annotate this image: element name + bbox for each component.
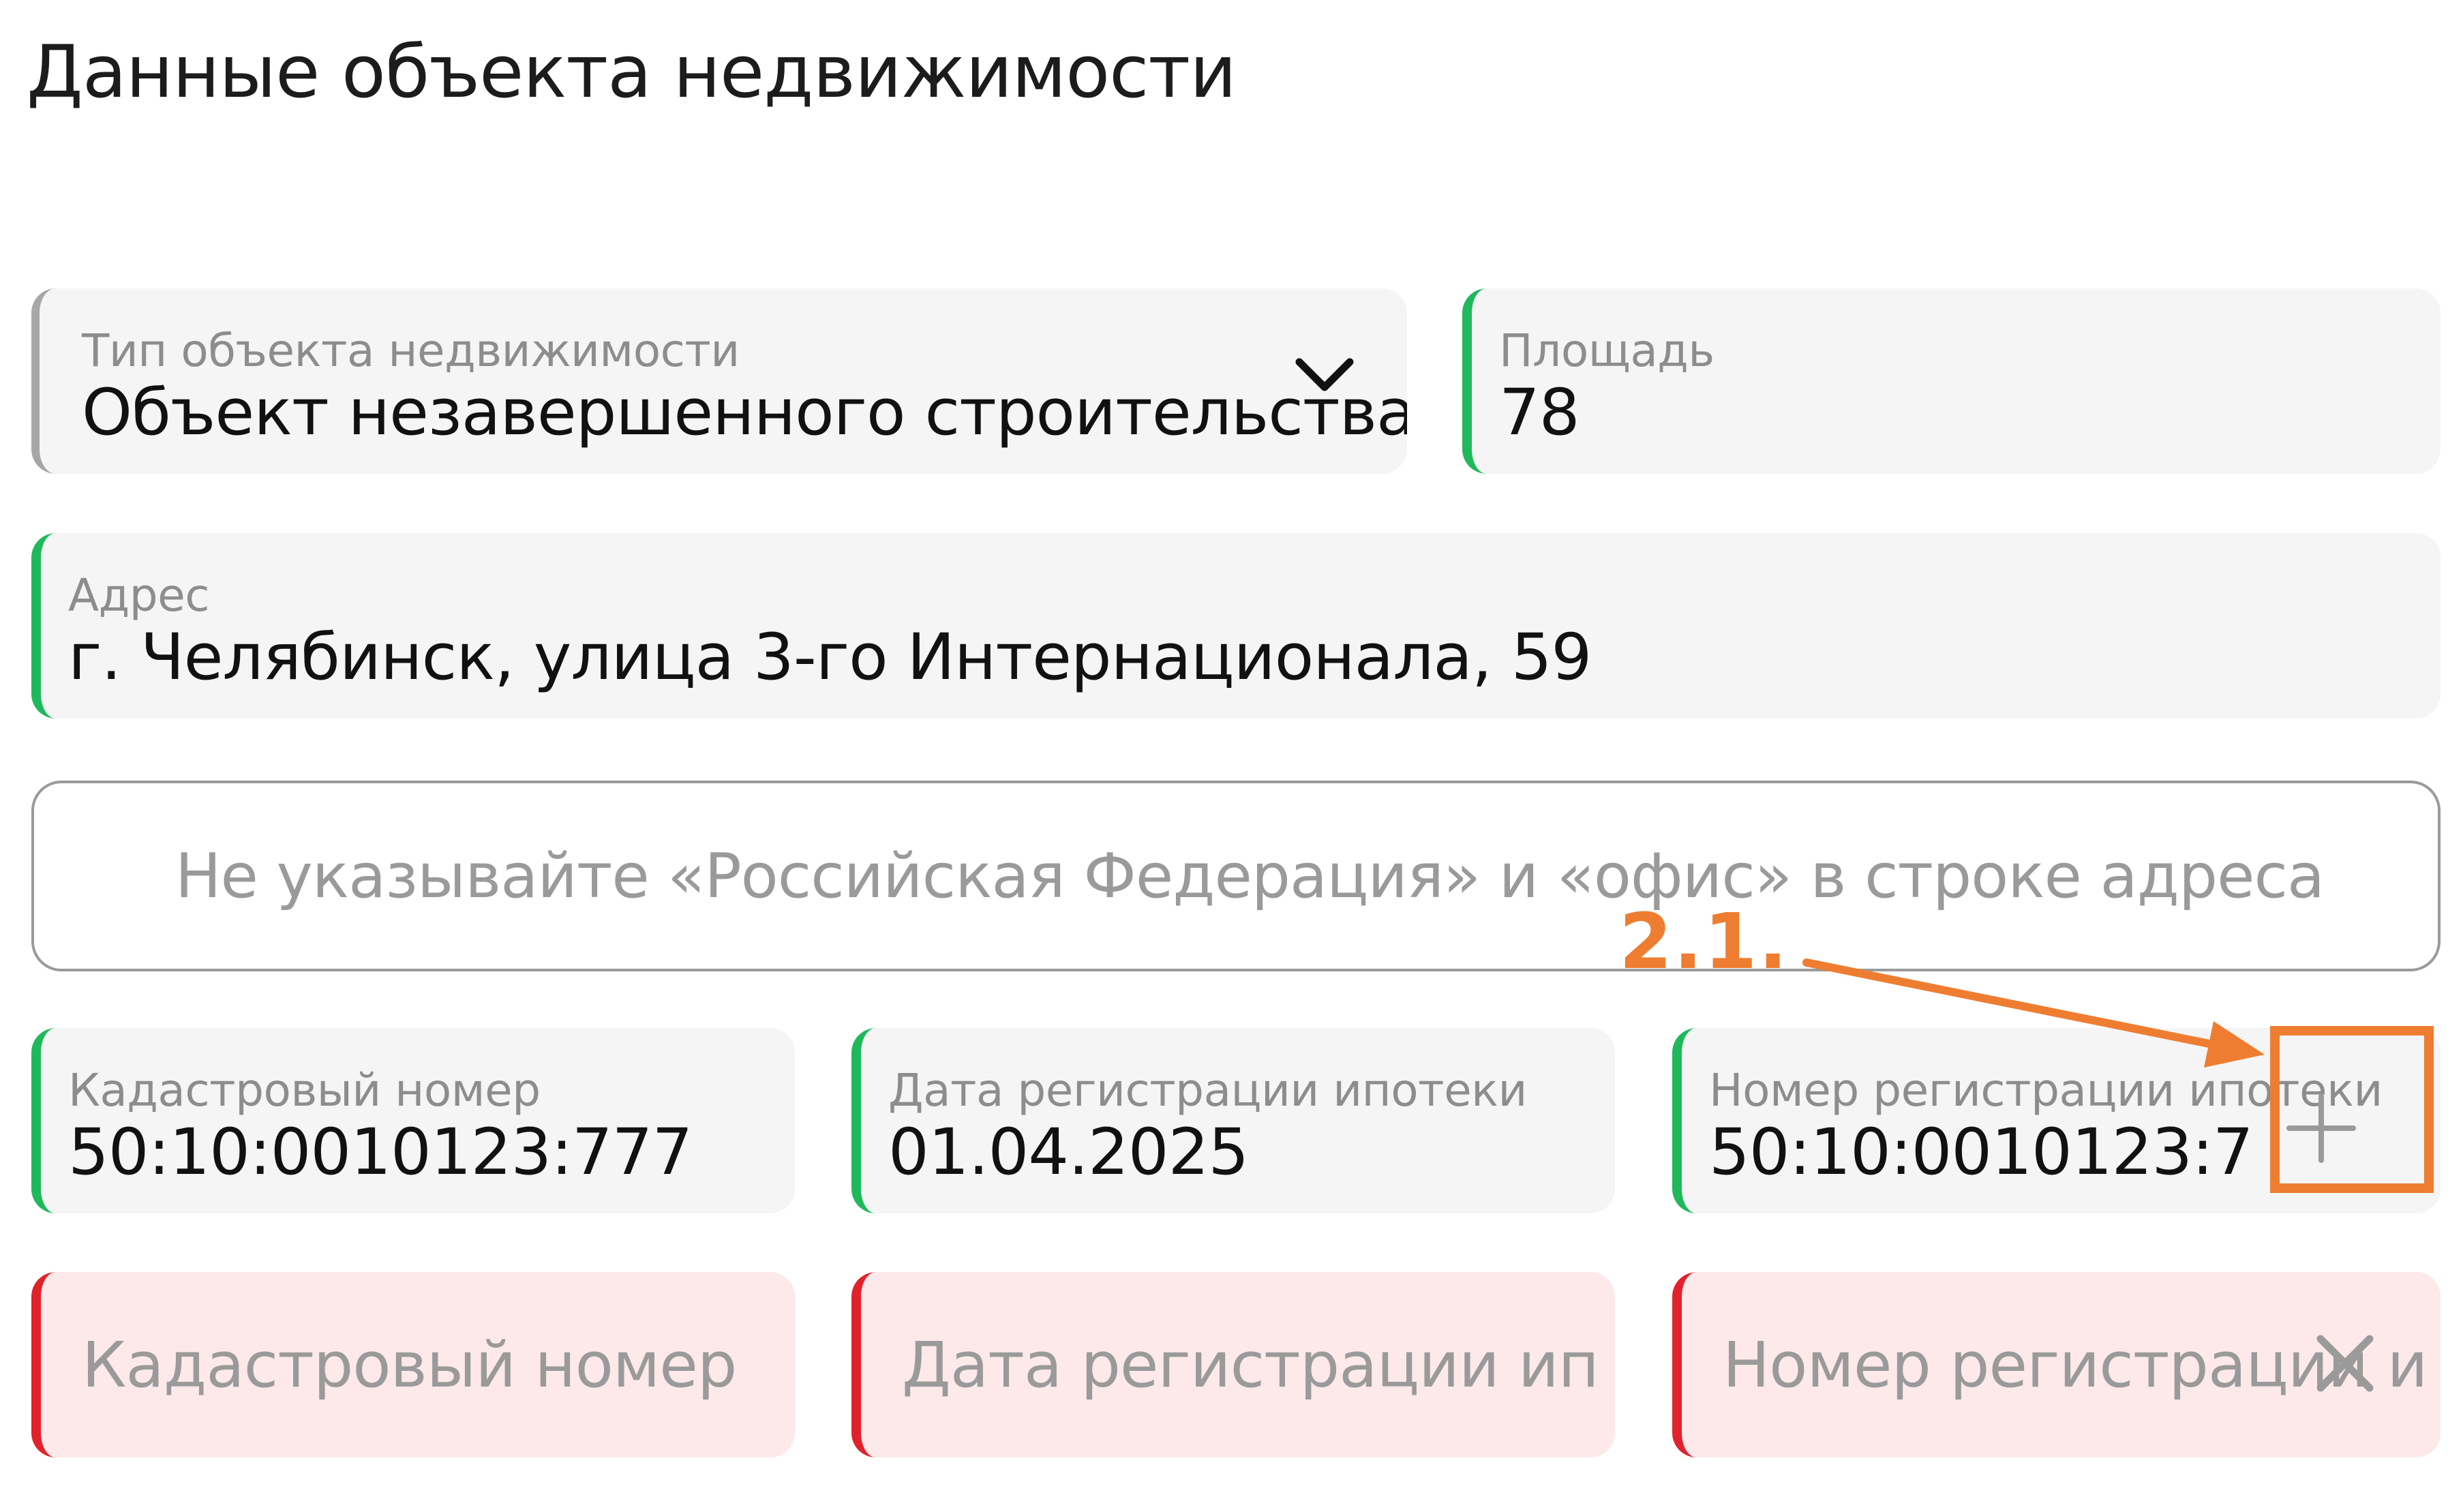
cadastral-number-field[interactable]: Кадастровый номер 50:10:0010123:777	[31, 1028, 795, 1213]
address-field[interactable]: Адрес г. Челябинск, улица 3-го Интернаци…	[31, 533, 2441, 719]
area-field[interactable]: Площадь 78	[1462, 288, 2441, 474]
mortgage-date-label: Дата регистрации ипотеки	[888, 1064, 1527, 1117]
area-label: Площадь	[1499, 324, 1714, 377]
property-type-label: Тип объекта недвижимости	[82, 324, 740, 377]
property-type-select[interactable]: Тип объекта недвижимости Объект незаверш…	[31, 288, 1407, 474]
address-label: Адрес	[68, 569, 210, 622]
area-value: 78	[1499, 376, 1580, 450]
mortgage-date-placeholder: Дата регистрации ипотеки	[902, 1328, 1601, 1402]
address-value: г. Челябинск, улица 3-го Интернационала,…	[68, 620, 1592, 695]
mortgage-date-field[interactable]: Дата регистрации ипотеки 01.04.2025	[851, 1028, 1615, 1213]
cadastral-number-label: Кадастровый номер	[68, 1064, 541, 1117]
cadastral-number-field-empty[interactable]: Кадастровый номер	[31, 1272, 795, 1457]
mortgage-number-value: 50:10:0010123:777	[1709, 1117, 2254, 1189]
mortgage-date-field-empty[interactable]: Дата регистрации ипотеки	[851, 1272, 1615, 1457]
mortgage-date-value: 01.04.2025	[888, 1115, 1249, 1190]
annotation-label: 2.1.	[1619, 898, 1789, 986]
chevron-down-icon[interactable]	[1287, 350, 1362, 404]
cadastral-number-value: 50:10:0010123:777	[68, 1115, 693, 1190]
page-title: Данные объекта недвижимости	[27, 30, 1237, 114]
plus-icon[interactable]	[2277, 1084, 2366, 1173]
address-hint: Не указывайте «Российская Федерация» и «…	[31, 781, 2441, 971]
cadastral-number-placeholder: Кадастровый номер	[82, 1328, 737, 1402]
property-type-value: Объект незавершенного строительства	[82, 376, 1407, 450]
address-hint-text: Не указывайте «Российская Федерация» и «…	[175, 840, 2325, 912]
close-icon[interactable]	[2311, 1329, 2379, 1397]
